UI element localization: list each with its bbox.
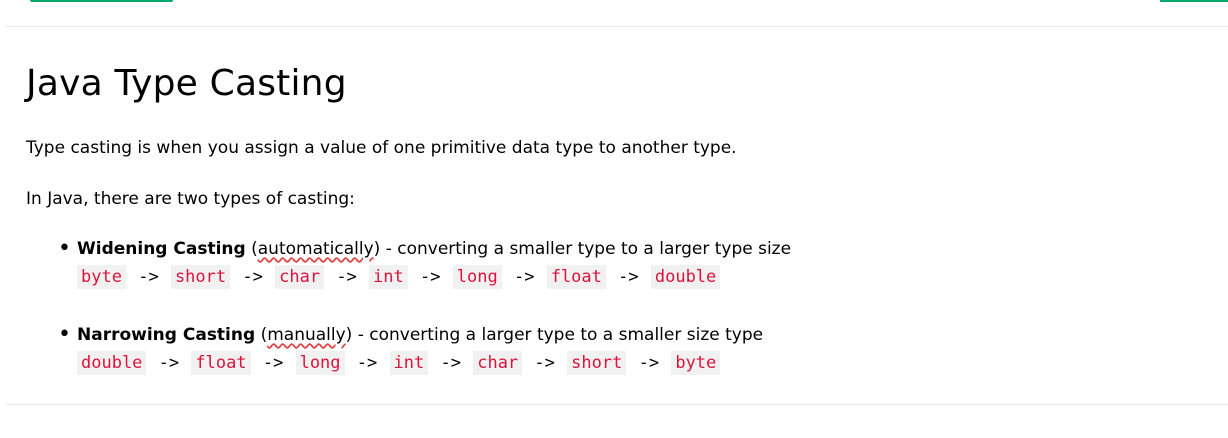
top-divider: [6, 26, 1228, 27]
bottom-divider: [6, 404, 1228, 405]
arrow-text: ->: [513, 267, 535, 287]
widening-type: byte: [77, 265, 126, 289]
narrowing-type: byte: [671, 351, 721, 375]
page-title: Java Type Casting: [26, 63, 347, 104]
arrow-text: ->: [440, 353, 461, 373]
arrow-text: ->: [638, 353, 660, 373]
widening-type: short: [170, 265, 231, 289]
narrowing-type: float: [191, 351, 251, 375]
arrow-text: ->: [356, 353, 378, 373]
narrowing-mode: manually: [267, 325, 346, 345]
arrow-text: ->: [420, 267, 441, 287]
widening-type: float: [546, 265, 606, 289]
narrowing-type: double: [77, 351, 147, 375]
arrow-text: ->: [158, 353, 180, 373]
top-nav-button-left[interactable]: [30, 0, 173, 2]
arrow-text: ->: [242, 267, 263, 287]
arrow-text: ->: [336, 267, 357, 287]
arrow-text: ->: [138, 267, 159, 287]
narrowing-type: int: [389, 351, 429, 375]
arrow-text: ->: [262, 353, 284, 373]
narrowing-chain: double -> float -> long -> int -> char -…: [77, 350, 721, 376]
widening-type: char: [275, 265, 325, 289]
bullet-icon: •: [58, 236, 71, 261]
bullet-icon: •: [58, 322, 71, 347]
narrowing-type: long: [295, 351, 345, 375]
narrowing-item: Narrowing Casting (manually) - convertin…: [77, 323, 763, 347]
intro-paragraph: Type casting is when you assign a value …: [26, 138, 737, 158]
casting-types-paragraph: In Java, there are two types of casting:: [26, 189, 355, 209]
widening-description: - converting a smaller type to a larger …: [380, 239, 792, 259]
arrow-text: ->: [618, 267, 639, 287]
narrowing-type: char: [473, 351, 523, 375]
widening-mode: automatically: [257, 239, 374, 259]
widening-type: int: [369, 265, 408, 289]
top-nav-button-right[interactable]: [1160, 0, 1228, 2]
arrow-text: ->: [534, 353, 555, 373]
widening-label: Widening Casting: [77, 239, 246, 259]
widening-type: long: [452, 265, 502, 289]
widening-type: double: [650, 265, 721, 289]
widening-item: Widening Casting (automatically) - conve…: [77, 237, 791, 261]
widening-chain: byte -> short -> char -> int -> long -> …: [77, 264, 721, 290]
narrowing-description: - converting a larger type to a smaller …: [352, 325, 764, 345]
narrowing-type: short: [567, 351, 627, 375]
widening-paren-open: (: [251, 239, 258, 259]
narrowing-label: Narrowing Casting: [77, 325, 256, 345]
